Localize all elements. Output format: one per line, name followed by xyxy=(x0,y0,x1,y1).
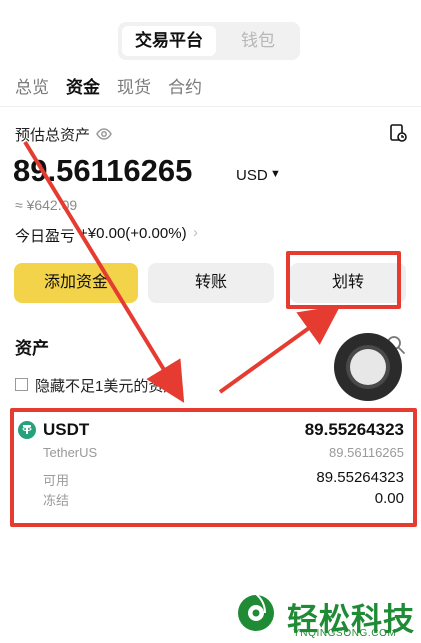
tab-futures[interactable]: 合约 xyxy=(168,73,202,98)
tab-overview[interactable]: 总览 xyxy=(15,73,49,98)
add-funds-button[interactable]: 添加资金 xyxy=(14,263,138,303)
tab-spot[interactable]: 现货 xyxy=(117,73,151,98)
watermark-logo-icon xyxy=(235,592,277,636)
transfer-button[interactable]: 转账 xyxy=(148,263,274,303)
history-icon[interactable] xyxy=(388,123,408,143)
annotation-arrows xyxy=(23,140,341,403)
hide-small-balance-label: 隐藏不足1美元的资产 xyxy=(35,378,179,395)
tab-wallet[interactable]: 钱包 xyxy=(220,26,296,56)
asset-highlight-box xyxy=(10,408,417,527)
daily-pnl-value: +¥0.00(+0.00%) xyxy=(79,225,187,242)
platform-switch[interactable]: 交易平台 钱包 xyxy=(118,22,300,60)
floating-home-button[interactable] xyxy=(334,333,402,401)
total-assets-label: 预估总资产 xyxy=(15,127,91,144)
tab-trading-platform[interactable]: 交易平台 xyxy=(122,26,216,56)
approx-value: ≈ ¥642.09 xyxy=(15,197,78,213)
chevron-down-icon[interactable]: ▼ xyxy=(270,168,281,180)
assets-title: 资产 xyxy=(15,339,49,358)
daily-pnl-label: 今日盈亏 xyxy=(15,228,76,245)
eye-icon[interactable] xyxy=(96,126,112,142)
arrow-to-transfer xyxy=(218,305,341,394)
tab-divider xyxy=(0,106,421,107)
transfer-highlight-box xyxy=(286,251,401,309)
tab-funds[interactable]: 资金 xyxy=(66,73,100,98)
total-assets-amount: 89.56116265 xyxy=(13,153,193,188)
currency-label[interactable]: USD xyxy=(236,167,268,184)
hide-small-balance-checkbox[interactable] xyxy=(15,378,28,391)
watermark-site: YNQINGSONG.COM xyxy=(293,628,397,639)
chevron-right-icon[interactable]: › xyxy=(193,224,198,241)
